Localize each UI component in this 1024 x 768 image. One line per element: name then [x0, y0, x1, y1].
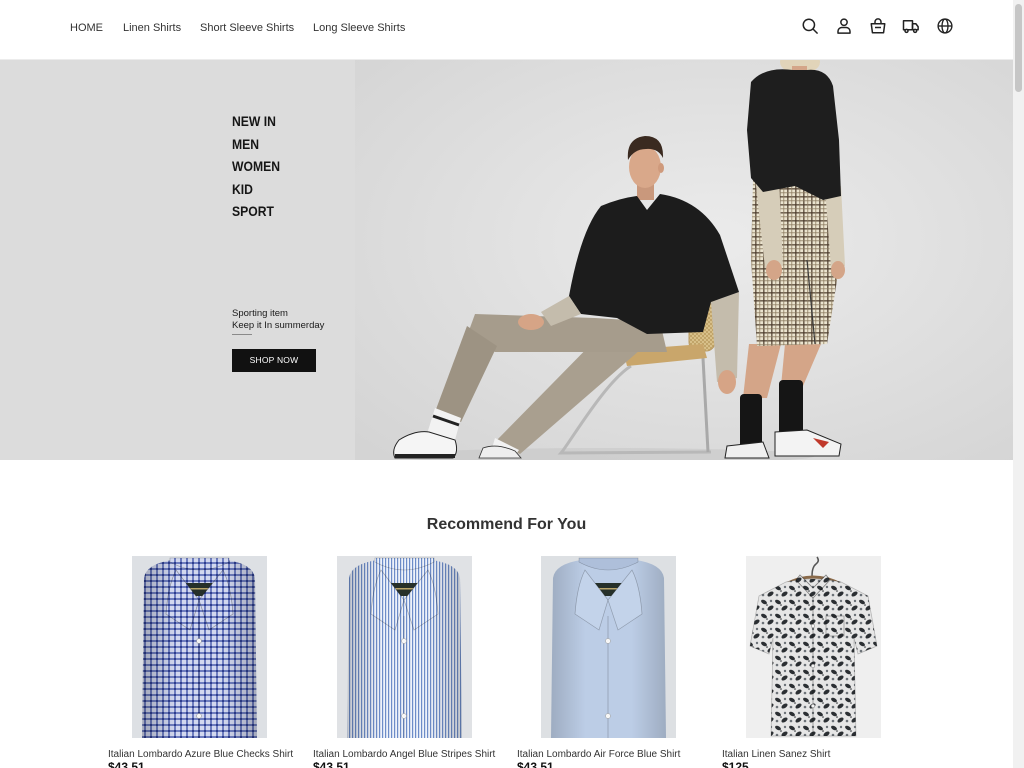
hero-tagline-line-1: Sporting item — [232, 308, 288, 319]
vertical-scrollbar[interactable] — [1013, 0, 1024, 768]
hero-photo — [355, 60, 1013, 460]
product-price-row: $43.51 — [517, 760, 717, 768]
hero-banner: NEW IN MEN WOMEN KID SPORT Sporting item… — [0, 60, 1013, 460]
top-nav: HOME Linen Shirts Short Sleeve Shirts Lo… — [0, 0, 1013, 60]
nav-link-home[interactable]: HOME — [70, 21, 103, 35]
hero-menu-kid[interactable]: KID — [232, 178, 280, 201]
product-card: Italian Lombardo Air Force Blue Shirt $4… — [517, 556, 717, 768]
page: HOME Linen Shirts Short Sleeve Shirts Lo… — [0, 0, 1013, 768]
hero-menu-women[interactable]: WOMEN — [232, 155, 280, 178]
product-image[interactable] — [541, 556, 676, 738]
globe-icon[interactable] — [936, 17, 954, 35]
search-icon[interactable] — [801, 17, 819, 35]
product-image[interactable] — [337, 556, 472, 738]
product-price-row: $43.51 — [313, 760, 513, 768]
product-price: $43.51 — [517, 760, 554, 768]
product-price: $43.51 — [313, 760, 350, 768]
hero-left-panel — [0, 60, 355, 460]
product-price: $125 — [722, 760, 749, 768]
truck-icon[interactable] — [902, 17, 920, 35]
scrollbar-thumb[interactable] — [1015, 4, 1022, 92]
product-image[interactable] — [746, 556, 881, 738]
hero-menu-sport[interactable]: SPORT — [232, 200, 280, 223]
product-card: Italian Lombardo Angel Blue Stripes Shir… — [313, 556, 513, 768]
shop-now-button[interactable]: SHOP NOW — [232, 349, 316, 372]
hero-menu-men[interactable]: MEN — [232, 133, 280, 156]
hero-tagline-underline — [232, 334, 252, 335]
product-image[interactable] — [132, 556, 267, 738]
hero-category-menu: NEW IN MEN WOMEN KID SPORT — [232, 110, 287, 223]
product-price-row: $125 — [722, 760, 922, 768]
hero-tagline-line-2: Keep it In summerday — [232, 320, 325, 331]
hero-menu-new-in[interactable]: NEW IN — [232, 110, 280, 133]
product-price: $43.51 — [108, 760, 145, 768]
product-price-row: $43.51 — [108, 760, 308, 768]
hero-tagline: Sporting item Keep it In summerday — [232, 308, 324, 332]
shopping-bag-icon[interactable] — [869, 17, 887, 35]
nav-link-long-sleeve-shirts[interactable]: Long Sleeve Shirts — [313, 21, 405, 35]
product-card: Italian Linen Sanez Shirt $125 — [722, 556, 922, 768]
recommend-heading: Recommend For You — [426, 516, 587, 533]
nav-link-linen-shirts[interactable]: Linen Shirts — [123, 21, 181, 35]
nav-link-short-sleeve-shirts[interactable]: Short Sleeve Shirts — [200, 21, 294, 35]
user-icon[interactable] — [835, 17, 853, 35]
product-card: Italian Lombardo Azure Blue Checks Shirt… — [108, 556, 308, 768]
